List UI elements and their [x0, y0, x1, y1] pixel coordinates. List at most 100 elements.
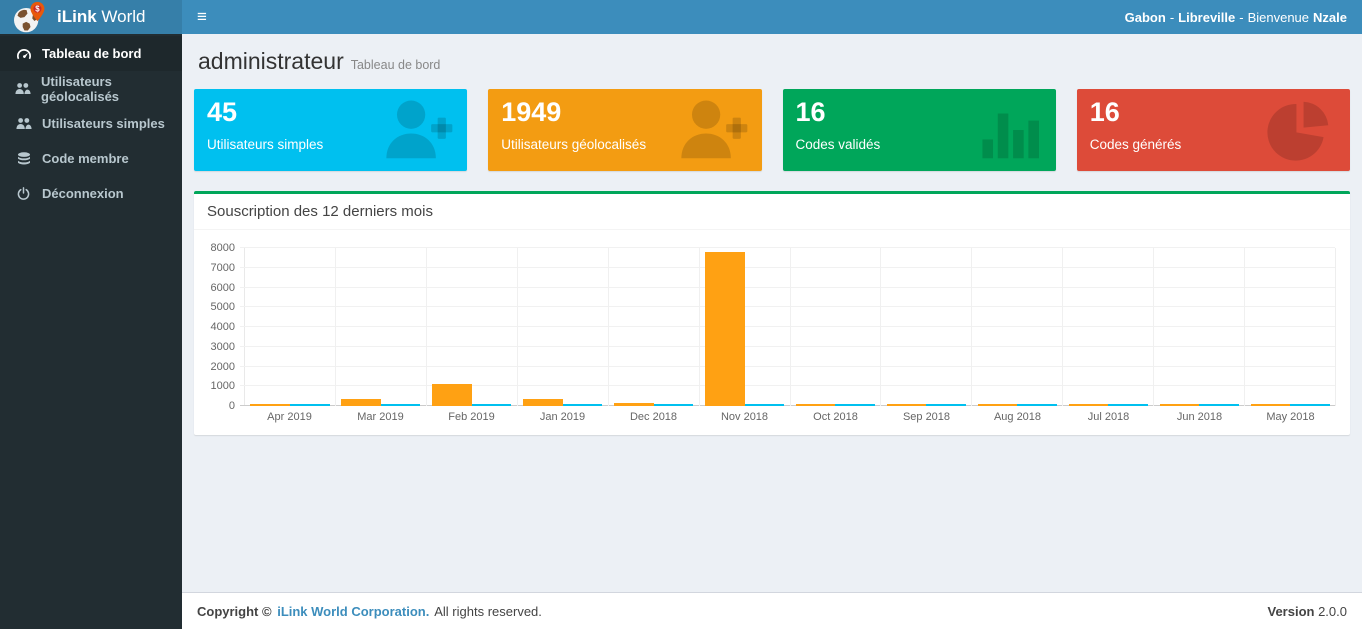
bar-serie-orange	[250, 404, 290, 406]
bar-serie-bleue	[1290, 404, 1330, 406]
bar-serie-orange	[978, 404, 1018, 406]
bar-serie-orange	[887, 404, 927, 406]
rights-text: All rights reserved.	[434, 604, 542, 619]
y-tick-label: 3000	[211, 341, 235, 353]
page-header: administrateur Tableau de bord	[194, 42, 1350, 89]
sidebar-item-tableau-de-bord[interactable]: Tableau de bord	[0, 36, 182, 71]
globe-pin-logo-icon: $	[12, 1, 49, 34]
sidebar-toggle-button[interactable]: ≡	[182, 0, 222, 34]
database-icon	[15, 152, 32, 166]
greeting-text: Bienvenue	[1248, 10, 1309, 25]
bar-group-jul-2018	[1063, 248, 1154, 406]
sidebar-item-deconnexion[interactable]: Déconnexion	[0, 176, 182, 211]
stat-card-utilisateurs-geolocalises: 1949Utilisateurs géolocalisés	[488, 89, 761, 171]
chart-x-axis: Apr 2019Mar 2019Feb 2019Jan 2019Dec 2018…	[244, 411, 1336, 423]
top-navbar: ≡ Gabon - Libreville - Bienvenue Nzale	[182, 0, 1362, 34]
sidebar-item-code-membre[interactable]: Code membre	[0, 141, 182, 176]
version-value: 2.0.0	[1318, 604, 1347, 619]
svg-text:$: $	[35, 4, 40, 13]
users-icon	[15, 82, 31, 95]
x-tick-label: Jul 2018	[1063, 411, 1154, 423]
x-tick-label: Feb 2019	[426, 411, 517, 423]
bar-serie-orange	[341, 399, 381, 406]
chart-box-header: Souscription des 12 derniers mois	[194, 194, 1350, 230]
x-tick-label: May 2018	[1245, 411, 1336, 423]
user-plus-icon	[674, 97, 750, 163]
y-tick-label: 5000	[211, 301, 235, 313]
subscription-bar-chart: 0 1000 2000 3000 4000 5000 6000 7000 8000 Apr 20…	[202, 242, 1336, 423]
sidebar-item-label: Utilisateurs géolocalisés	[41, 74, 167, 104]
company-link[interactable]: iLink World Corporation.	[277, 604, 429, 619]
copyright-text: Copyright © iLink World Corporation. All…	[197, 604, 544, 619]
x-tick-label: Sep 2018	[881, 411, 972, 423]
hamburger-icon: ≡	[197, 7, 207, 27]
bar-group-mar-2019	[336, 248, 427, 406]
bar-serie-bleue	[1017, 404, 1057, 406]
x-tick-label: Jan 2019	[517, 411, 608, 423]
bar-serie-bleue	[745, 404, 785, 406]
brand-logo[interactable]: $ iLink World	[0, 0, 182, 34]
brand-name-light: World	[97, 7, 146, 26]
stat-cards-row: 45Utilisateurs simples 1949Utilisateurs g…	[194, 89, 1350, 171]
version-label: Version	[1267, 604, 1314, 619]
x-tick-label: Aug 2018	[972, 411, 1063, 423]
bar-group-nov-2018	[700, 248, 791, 406]
version-text: Version 2.0.0	[1267, 604, 1347, 619]
x-tick-label: Dec 2018	[608, 411, 699, 423]
bar-serie-bleue	[1108, 404, 1148, 406]
bar-serie-orange	[523, 399, 563, 406]
footer: Copyright © iLink World Corporation. All…	[182, 592, 1362, 629]
x-tick-label: Mar 2019	[335, 411, 426, 423]
x-tick-label: Oct 2018	[790, 411, 881, 423]
user-info: Gabon - Libreville - Bienvenue Nzale	[1125, 10, 1362, 25]
separator: -	[1170, 10, 1174, 25]
y-tick-label: 6000	[211, 282, 235, 294]
main-area: ≡ Gabon - Libreville - Bienvenue Nzale a…	[182, 0, 1362, 629]
sidebar-item-label: Code membre	[42, 151, 129, 166]
bar-group-dec-2018	[609, 248, 700, 406]
sidebar-item-label: Déconnexion	[42, 186, 124, 201]
users-icon	[15, 117, 32, 130]
dashboard-icon	[15, 48, 32, 60]
bar-serie-orange	[432, 384, 472, 406]
bar-serie-orange	[796, 404, 836, 406]
y-tick-label: 8000	[211, 242, 235, 254]
chart-box-body: 0 1000 2000 3000 4000 5000 6000 7000 8000 Apr 20…	[194, 230, 1350, 435]
user-plus-icon	[379, 97, 455, 163]
sidebar-item-utilisateurs-simples[interactable]: Utilisateurs simples	[0, 106, 182, 141]
page-subtitle: Tableau de bord	[351, 58, 441, 72]
sidebar: $ iLink World Tableau de bordUtilisateur…	[0, 0, 182, 629]
bar-serie-bleue	[1199, 404, 1239, 406]
y-tick-label: 1000	[211, 380, 235, 392]
bar-group-aug-2018	[972, 248, 1063, 406]
bar-group-jun-2018	[1154, 248, 1245, 406]
stat-card-codes-valides: 16Codes validés	[783, 89, 1056, 171]
y-tick-label: 7000	[211, 262, 235, 274]
page-title: administrateur	[198, 48, 344, 74]
x-tick-label: Apr 2019	[244, 411, 335, 423]
bar-serie-orange	[1251, 404, 1291, 406]
bar-serie-bleue	[654, 404, 694, 406]
sidebar-menu: Tableau de bordUtilisateurs géolocalisés…	[0, 34, 182, 211]
bar-chart-icon	[968, 97, 1044, 163]
brand-name-bold: iLink	[57, 7, 97, 26]
sidebar-item-utilisateurs-geolocalises[interactable]: Utilisateurs géolocalisés	[0, 71, 182, 106]
chart-bars	[245, 248, 1335, 406]
y-tick-label: 4000	[211, 321, 235, 333]
stat-card-codes-generes: 16Codes générés	[1077, 89, 1350, 171]
y-tick-label: 0	[229, 400, 235, 412]
bar-serie-orange	[1069, 404, 1109, 406]
y-tick-label: 2000	[211, 361, 235, 373]
x-tick-label: Nov 2018	[699, 411, 790, 423]
bar-serie-orange	[705, 252, 745, 406]
bar-group-may-2018	[1245, 248, 1335, 406]
chart-box: Souscription des 12 derniers mois 0 1000 2…	[194, 191, 1350, 435]
bar-group-jan-2019	[518, 248, 609, 406]
content-area: administrateur Tableau de bord 45Utilisat…	[182, 34, 1362, 592]
user-country: Gabon	[1125, 10, 1166, 25]
stat-card-utilisateurs-simples: 45Utilisateurs simples	[194, 89, 467, 171]
bar-group-apr-2019	[245, 248, 336, 406]
chart-title: Souscription des 12 derniers mois	[207, 203, 433, 220]
power-icon	[15, 187, 32, 200]
brand-name: iLink World	[57, 7, 145, 27]
